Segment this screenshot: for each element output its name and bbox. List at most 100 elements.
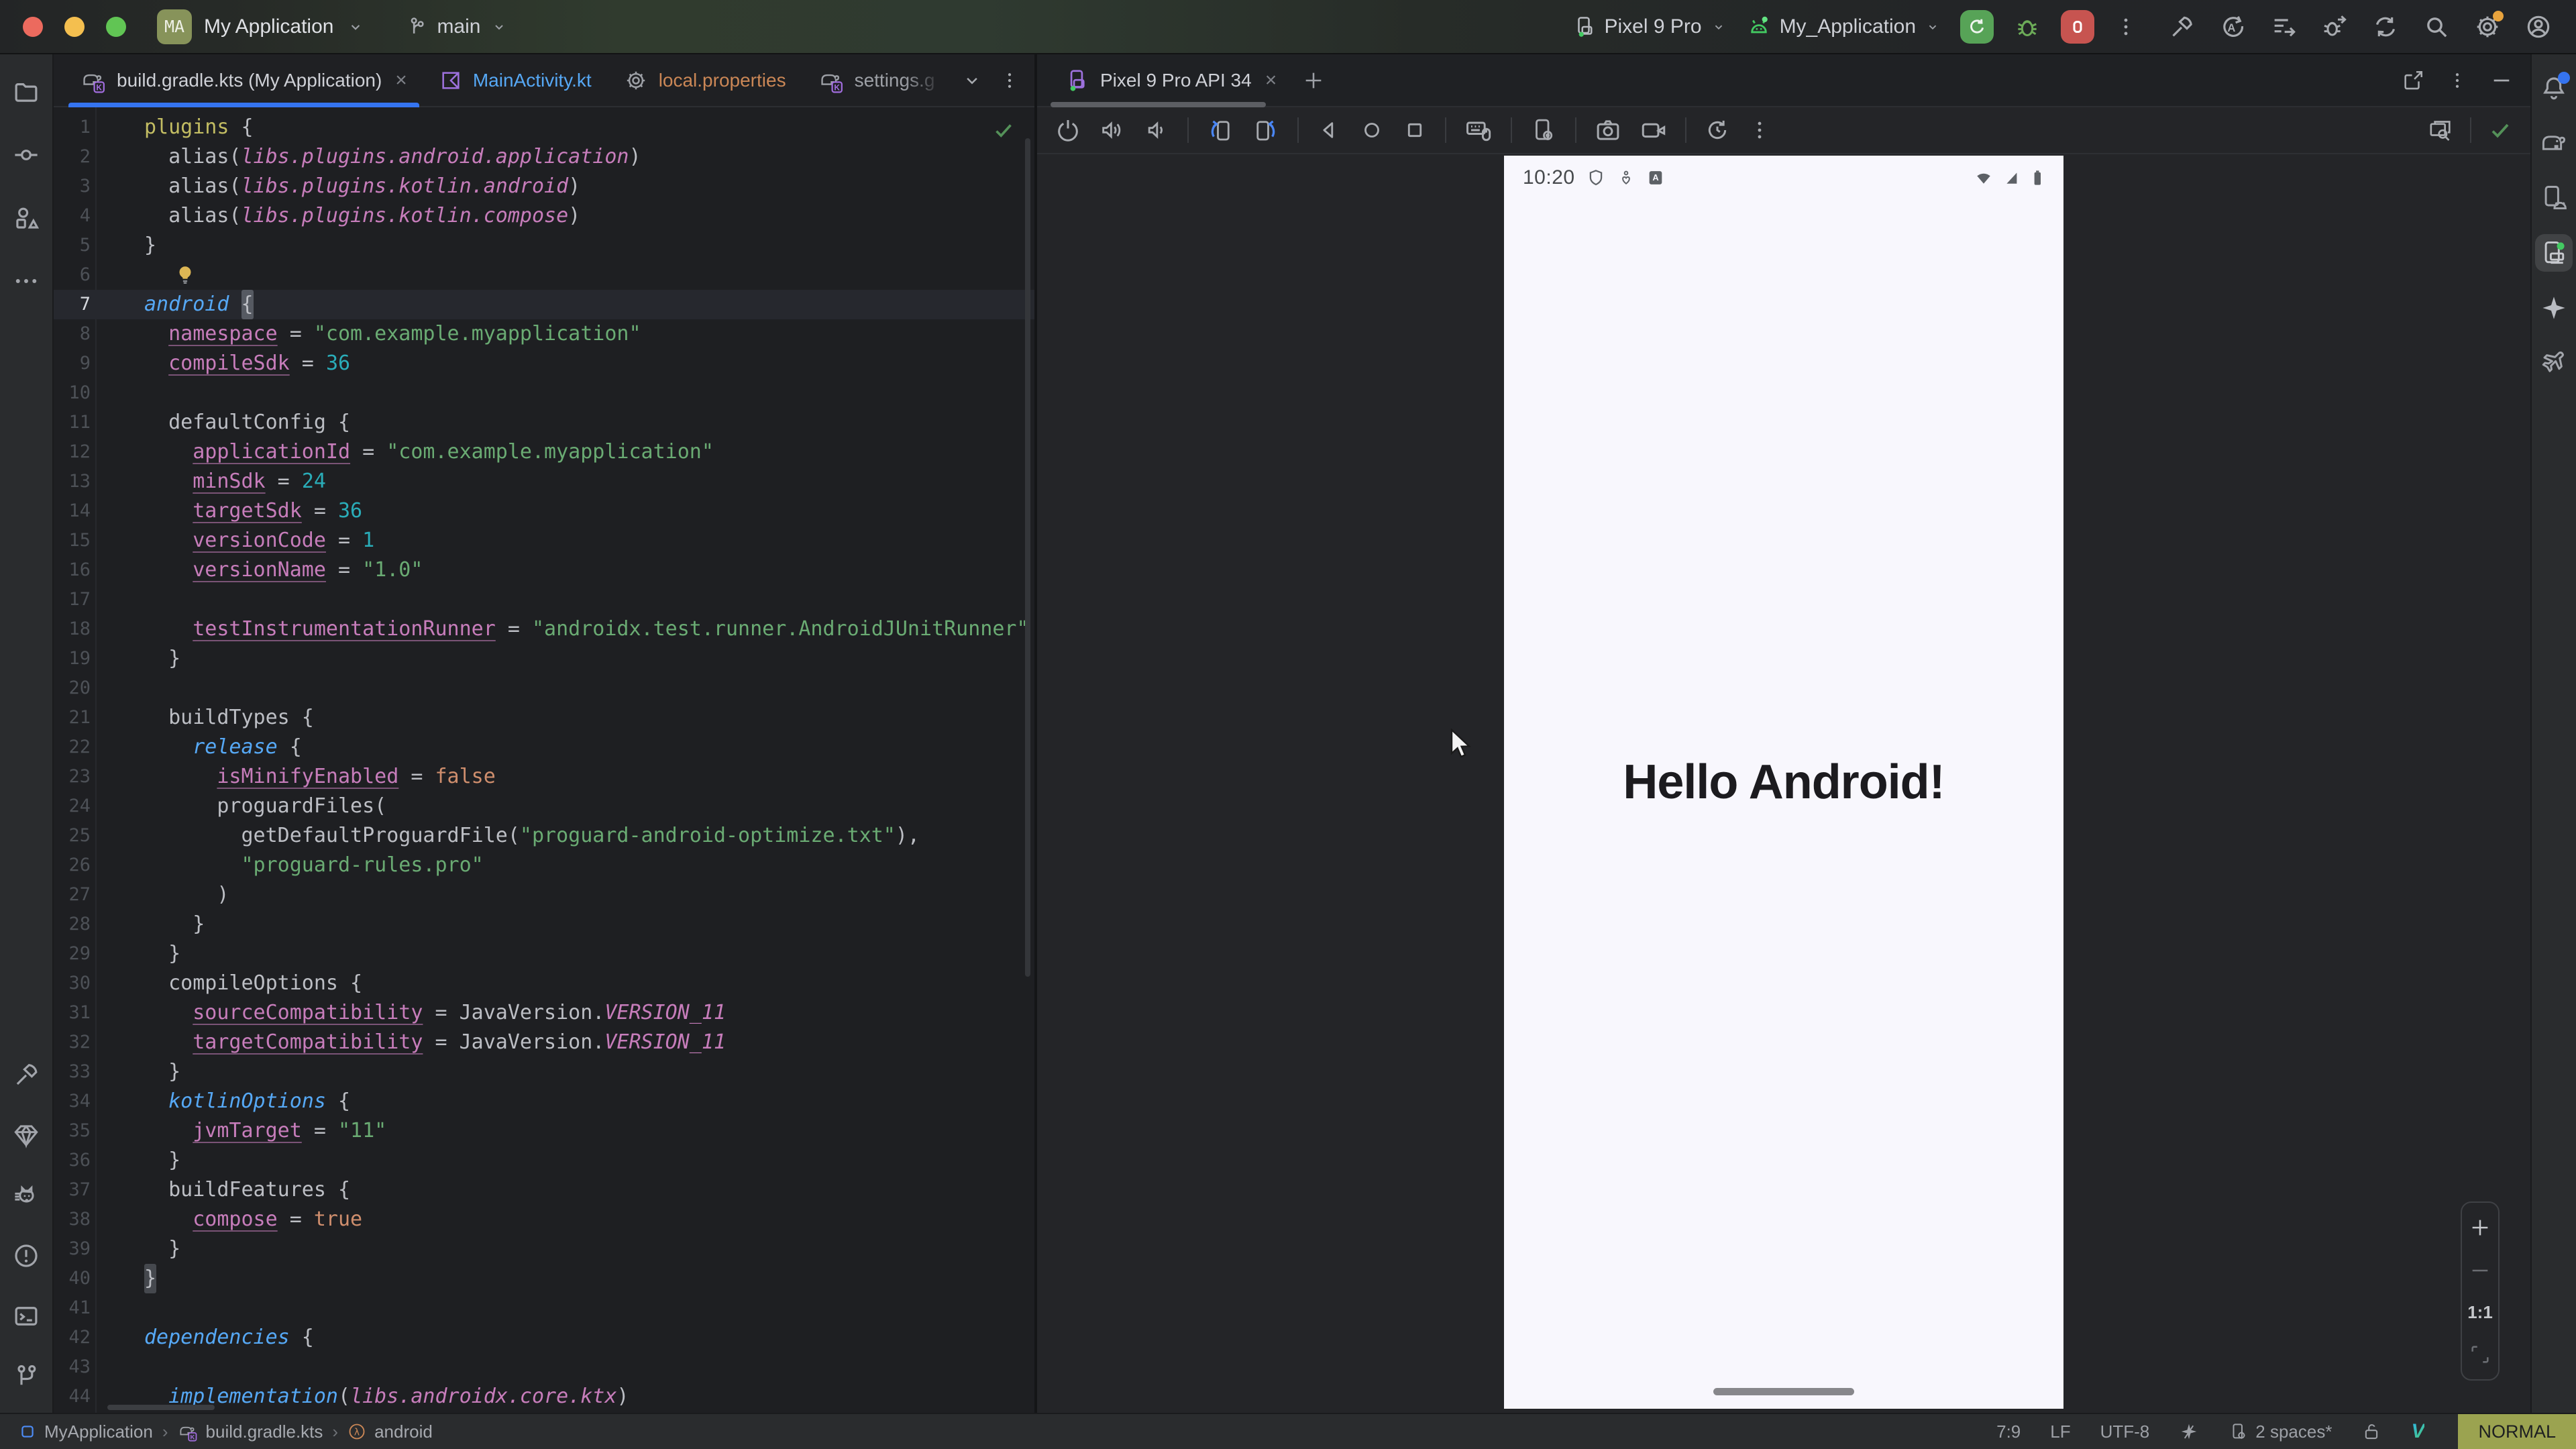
device-settings-icon[interactable] xyxy=(1529,116,1558,144)
gemini-disabled-icon[interactable] xyxy=(2179,1421,2199,1442)
build-tool-icon[interactable] xyxy=(7,1056,45,1093)
commit-tool-icon[interactable] xyxy=(7,136,45,174)
code-line[interactable]: 39 } xyxy=(54,1234,1034,1264)
indent-widget[interactable]: 2 spaces* xyxy=(2229,1421,2332,1442)
hardware-input-icon[interactable] xyxy=(1464,115,1493,145)
unlock-icon[interactable] xyxy=(2361,1421,2381,1442)
back-icon[interactable] xyxy=(1316,117,1342,143)
run-configuration-selector[interactable]: My_Application xyxy=(1746,14,1940,40)
build-hammer-icon[interactable] xyxy=(2168,13,2195,40)
problems-icon[interactable] xyxy=(7,1237,45,1275)
code-line[interactable]: 34 kotlinOptions { xyxy=(54,1087,1034,1116)
screenshot-icon[interactable] xyxy=(1594,116,1622,144)
debug-button[interactable] xyxy=(2014,13,2041,40)
terminal-icon[interactable] xyxy=(7,1297,45,1335)
code-line[interactable]: 38 compose = true xyxy=(54,1205,1034,1234)
home-icon[interactable] xyxy=(1359,117,1385,143)
code-line[interactable]: 14 targetSdk = 36 xyxy=(54,496,1034,526)
close-icon[interactable]: × xyxy=(1265,69,1277,92)
code-line[interactable]: 16 versionName = "1.0" xyxy=(54,555,1034,585)
add-device-tab-icon[interactable] xyxy=(1302,54,1325,106)
code-line[interactable]: 12 applicationId = "com.example.myapplic… xyxy=(54,437,1034,467)
code-line[interactable]: 10 xyxy=(54,378,1034,408)
editor-vertical-scrollbar[interactable] xyxy=(1025,138,1030,977)
rotate-right-icon[interactable] xyxy=(1252,116,1280,144)
profile-icon[interactable] xyxy=(2525,13,2552,40)
power-icon[interactable] xyxy=(1055,117,1081,144)
breadcrumb-project[interactable]: MyApplication xyxy=(19,1421,153,1442)
code-line[interactable]: 23 isMinifyEnabled = false xyxy=(54,762,1034,792)
code-line[interactable]: 25 getDefaultProguardFile("proguard-andr… xyxy=(54,821,1034,851)
rotate-left-icon[interactable] xyxy=(1206,116,1234,144)
attach-debugger-icon[interactable] xyxy=(2321,13,2348,40)
code-line[interactable]: 1plugins { xyxy=(54,113,1034,142)
caret-position-widget[interactable]: 7:9 xyxy=(1996,1421,2021,1442)
airplane-icon[interactable] xyxy=(2535,344,2573,382)
editor-horizontal-scrollbar[interactable] xyxy=(107,1405,215,1410)
quickfix-bulb-icon[interactable] xyxy=(174,264,197,286)
logcat-cat-icon[interactable] xyxy=(7,1177,45,1214)
close-window-button[interactable] xyxy=(23,17,43,37)
more-icon[interactable] xyxy=(1748,119,1771,142)
resource-manager-icon[interactable] xyxy=(7,199,45,237)
apply-code-changes-icon[interactable] xyxy=(2270,13,2297,40)
code-line[interactable]: 20 xyxy=(54,674,1034,703)
running-devices-icon[interactable] xyxy=(2535,234,2573,272)
code-line[interactable]: 31 sourceCompatibility = JavaVersion.VER… xyxy=(54,998,1034,1028)
apply-changes-icon[interactable]: A xyxy=(2219,13,2246,40)
open-in-new-window-icon[interactable] xyxy=(2402,69,2424,92)
code-line[interactable]: 33 } xyxy=(54,1057,1034,1087)
vim-mode-badge[interactable]: NORMAL xyxy=(2458,1414,2576,1449)
more-icon[interactable] xyxy=(2447,70,2467,91)
rerun-button[interactable] xyxy=(1960,10,1994,44)
ideavim-icon[interactable]: V xyxy=(2411,1420,2424,1443)
breadcrumb-file[interactable]: K build.gradle.kts xyxy=(178,1421,323,1442)
code-line[interactable]: 4 alias(libs.plugins.kotlin.compose) xyxy=(54,201,1034,231)
settings-gear-icon[interactable] xyxy=(2474,13,2501,40)
code-line[interactable]: 36 } xyxy=(54,1146,1034,1175)
code-line[interactable]: 3 alias(libs.plugins.kotlin.android) xyxy=(54,172,1034,201)
volume-down-icon[interactable] xyxy=(1143,117,1170,144)
stop-button[interactable] xyxy=(2061,10,2094,44)
code-line[interactable]: 15 versionCode = 1 xyxy=(54,526,1034,555)
close-icon[interactable]: × xyxy=(395,69,407,92)
encoding-widget[interactable]: UTF-8 xyxy=(2100,1421,2150,1442)
overview-icon[interactable] xyxy=(1402,117,1428,143)
code-line[interactable]: 21 buildTypes { xyxy=(54,703,1034,733)
notifications-icon[interactable] xyxy=(2535,69,2573,107)
breadcrumb-element[interactable]: λ android xyxy=(347,1421,433,1442)
project-tool-icon[interactable] xyxy=(7,73,45,111)
inspection-ok-icon[interactable] xyxy=(991,118,1016,142)
gemini-icon[interactable] xyxy=(2535,289,2573,327)
search-icon[interactable] xyxy=(2423,13,2450,40)
zoom-in-icon[interactable] xyxy=(2469,1216,2491,1239)
vcs-branch-widget[interactable]: main xyxy=(405,15,507,38)
code-line[interactable]: 35 jvmTarget = "11" xyxy=(54,1116,1034,1146)
tab-device[interactable]: Pixel 9 Pro API 34 × xyxy=(1048,54,1293,106)
more-actions-icon[interactable] xyxy=(2114,15,2137,38)
actual-size-button[interactable]: 1:1 xyxy=(2467,1302,2493,1323)
code-line[interactable]: 2 alias(libs.plugins.android.application… xyxy=(54,142,1034,172)
chevron-down-icon[interactable] xyxy=(962,70,982,91)
tab-build-gradle[interactable]: K build.gradle.kts (My Application) × xyxy=(64,54,423,106)
code-editor[interactable]: 1plugins {2 alias(libs.plugins.android.a… xyxy=(54,107,1034,1413)
ui-check-icon[interactable] xyxy=(2427,117,2454,144)
device-screen[interactable]: 10:20 A xyxy=(1504,156,2063,1409)
code-line[interactable]: 8 namespace = "com.example.myapplication… xyxy=(54,319,1034,349)
version-control-icon[interactable] xyxy=(7,1358,45,1395)
code-line[interactable]: 13 minSdk = 24 xyxy=(54,467,1034,496)
line-ending-widget[interactable]: LF xyxy=(2050,1421,2070,1442)
code-line[interactable]: 26 "proguard-rules.pro" xyxy=(54,851,1034,880)
code-line[interactable]: 9 compileSdk = 36 xyxy=(54,349,1034,378)
code-line[interactable]: 11 defaultConfig { xyxy=(54,408,1034,437)
code-line[interactable]: 32 targetCompatibility = JavaVersion.VER… xyxy=(54,1028,1034,1057)
zoom-window-button[interactable] xyxy=(106,17,126,37)
code-line[interactable]: 29 } xyxy=(54,939,1034,969)
code-line[interactable]: 28 } xyxy=(54,910,1034,939)
volume-up-icon[interactable] xyxy=(1099,117,1126,144)
code-line[interactable]: 18 testInstrumentationRunner = "androidx… xyxy=(54,614,1034,644)
status-ok-icon[interactable] xyxy=(2487,117,2513,143)
code-line[interactable]: 5} xyxy=(54,231,1034,260)
reset-icon[interactable] xyxy=(1704,117,1731,144)
code-line[interactable]: 22 release { xyxy=(54,733,1034,762)
